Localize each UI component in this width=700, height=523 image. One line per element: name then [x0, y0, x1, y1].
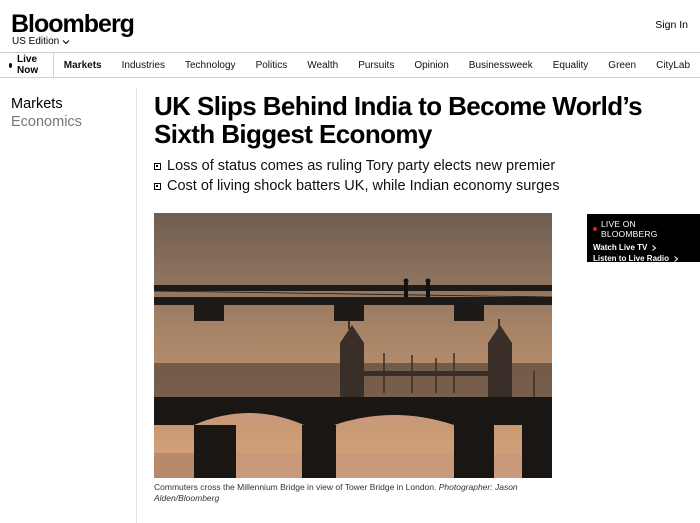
- watch-live-tv-label: Watch Live TV: [593, 243, 648, 252]
- edition-selector[interactable]: US Edition: [12, 36, 70, 47]
- nav-item-opinion[interactable]: Opinion: [404, 53, 458, 77]
- sidebar-divider: [136, 88, 137, 523]
- live-dot-icon: [9, 62, 13, 68]
- nav-item-markets[interactable]: Markets: [54, 53, 112, 77]
- live-now-label: Live Now: [17, 54, 39, 76]
- photo-caption: Commuters cross the Millennium Bridge in…: [154, 482, 554, 504]
- tower-bridge-photo: [154, 213, 552, 478]
- nav-item-citylab[interactable]: CityLab: [646, 53, 700, 77]
- article-summary: Loss of status comes as ruling Tory part…: [154, 156, 634, 196]
- chevron-right-icon: [674, 255, 679, 262]
- subsection-label[interactable]: Economics: [11, 114, 82, 130]
- nav-item-businessweek[interactable]: Businessweek: [459, 53, 543, 77]
- live-on-bloomberg-box: LIVE ON BLOOMBERG Watch Live TV Listen t…: [587, 214, 700, 263]
- bloomberg-logo[interactable]: Bloomberg: [11, 10, 135, 39]
- summary-bullet: Loss of status comes as ruling Tory part…: [154, 156, 634, 176]
- bullet-square-icon: [154, 162, 161, 170]
- summary-bullet: Cost of living shock batters UK, while I…: [154, 176, 634, 196]
- listen-live-radio-link[interactable]: Listen to Live Radio: [593, 254, 694, 263]
- live-now-button[interactable]: Live Now: [0, 53, 54, 77]
- live-box-title-text: LIVE ON BLOOMBERG: [600, 219, 658, 239]
- lead-photo: [154, 213, 552, 478]
- caption-text: Commuters cross the Millennium Bridge in…: [154, 482, 437, 492]
- chevron-down-icon: [62, 39, 70, 44]
- site-header: Bloomberg US Edition Sign In: [0, 0, 700, 52]
- listen-live-radio-label: Listen to Live Radio: [593, 254, 670, 263]
- nav-item-equality[interactable]: Equality: [543, 53, 599, 77]
- live-box-title: LIVE ON BLOOMBERG: [593, 219, 694, 239]
- article-headline: UK Slips Behind India to Become World’s …: [154, 91, 643, 149]
- nav-item-technology[interactable]: Technology: [175, 53, 246, 77]
- nav-item-wealth[interactable]: Wealth: [297, 53, 348, 77]
- nav-items: Markets Industries Technology Politics Wealt…: [54, 53, 700, 77]
- bullet-square-icon: [154, 182, 161, 190]
- chevron-right-icon: [652, 244, 657, 251]
- nav-item-industries[interactable]: Industries: [112, 53, 175, 77]
- sign-in-link[interactable]: Sign In: [655, 19, 688, 31]
- nav-item-pursuits[interactable]: Pursuits: [348, 53, 404, 77]
- live-red-dot-icon: [593, 227, 597, 231]
- nav-item-green[interactable]: Green: [598, 53, 646, 77]
- summary-text: Cost of living shock batters UK, while I…: [167, 178, 560, 194]
- summary-text: Loss of status comes as ruling Tory part…: [167, 158, 556, 174]
- watch-live-tv-link[interactable]: Watch Live TV: [593, 243, 694, 252]
- section-label[interactable]: Markets: [11, 96, 63, 112]
- edition-label: US Edition: [12, 36, 60, 47]
- main-nav: Live Now Markets Industries Technology Poli…: [0, 52, 700, 78]
- nav-item-politics[interactable]: Politics: [246, 53, 298, 77]
